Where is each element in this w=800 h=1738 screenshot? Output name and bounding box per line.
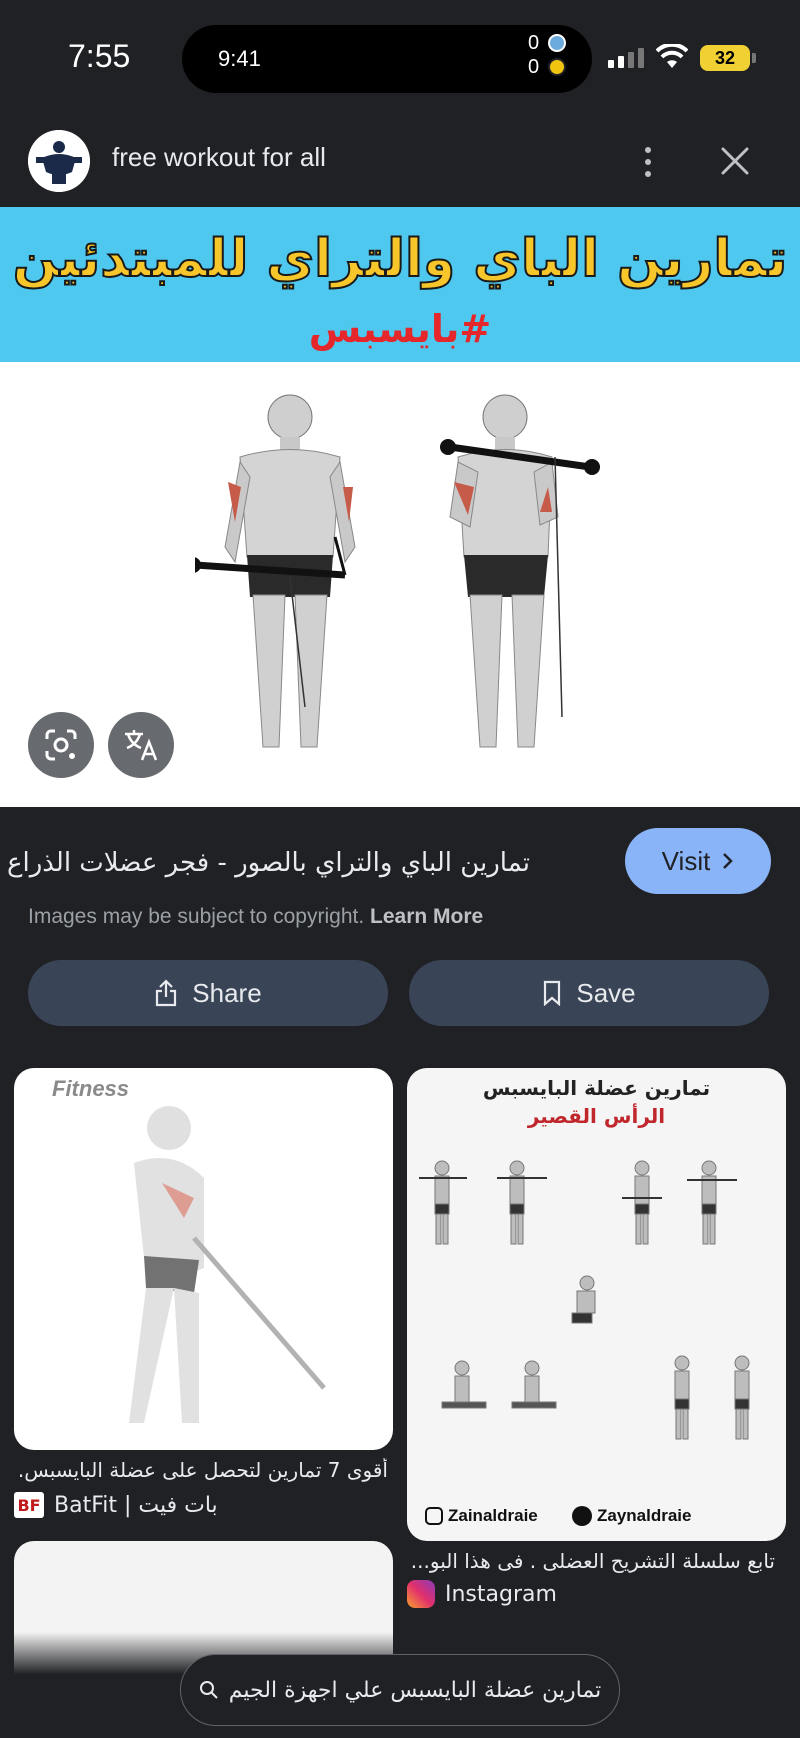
related-source-name: BatFit | بات فيت [54,1492,218,1518]
bookmark-icon [544,980,561,1006]
exercise-figure-start [195,394,356,748]
related-image-card[interactable]: تمارين عضلة البايسبس الرأس القصير Zainal… [407,1068,786,1541]
card-subtitle: الرأس القصير [527,1104,666,1128]
instagram-handle-text: Zainaldraie [448,1506,538,1525]
card-title: تمارين عضلة البايسبس [482,1076,711,1100]
related-source[interactable]: Instagram [407,1580,557,1608]
search-query: تمارين عضلة البايسبس علي اجهزة الجيم [228,1677,602,1703]
main-image[interactable]: تمارين الباي والتراي للمبتدئين #بايسبس [0,207,800,807]
copyright-text: Images may be subject to copyright. [28,905,365,928]
team-crest-icon [548,58,566,76]
related-source[interactable]: BF BatFit | بات فيت [14,1492,218,1518]
banner-title: تمارين الباي والتراي للمبتدئين [12,228,789,290]
save-label: Save [576,977,636,1008]
instagram-icon [425,1507,443,1525]
related-source-name: Instagram [445,1581,557,1607]
related-image-card[interactable]: Fitness [14,1068,393,1450]
twitter-handle: Zaynaldraie [572,1506,692,1526]
close-icon[interactable] [718,144,752,178]
island-time: 9:41 [218,46,261,71]
battery-level: 32 [700,45,750,71]
share-button[interactable]: Share [28,960,388,1026]
exercise-figure-end [440,394,600,748]
score-top: 0 [528,32,540,54]
instagram-logo-icon [407,1580,435,1608]
share-label: Share [192,977,262,1008]
batfit-logo-icon: BF [14,1492,44,1518]
translate-icon [125,730,158,761]
search-icon [199,1681,218,1699]
team-crest-icon [548,34,566,52]
cellular-signal-icon [608,48,644,68]
site-logo[interactable] [28,130,90,192]
site-title[interactable]: free workout for all [112,142,326,173]
more-options-icon[interactable] [636,142,660,182]
wifi-icon [656,44,688,68]
translate-button[interactable] [108,712,174,778]
banner-hashtag: #بايسبس [308,307,492,351]
save-button[interactable]: Save [409,960,769,1026]
twitter-icon [572,1506,592,1526]
lens-icon [45,729,77,761]
google-lens-button[interactable] [28,712,94,778]
copyright-notice: Images may be subject to copyright. Lear… [28,905,483,929]
twitter-handle-text: Zaynaldraie [597,1506,692,1525]
share-icon [156,979,177,1007]
battery-tip [752,53,756,63]
exercise-figure-cable [129,1106,326,1423]
related-search-pill[interactable]: تمارين عضلة البايسبس علي اجهزة الجيم [180,1654,620,1726]
chevron-right-icon [723,853,734,869]
visit-button[interactable]: Visit [625,828,771,894]
instagram-handle: Zainaldraie [425,1506,538,1526]
status-time: 7:55 [68,38,131,74]
exercise-grid-illustration [419,1160,750,1440]
visit-label: Visit [661,845,711,876]
related-caption[interactable]: أقوى 7 تمارين لتحصل على عضلة البايسبس... [18,1458,388,1482]
score-bottom: 0 [528,56,540,78]
related-caption[interactable]: تابع سلسلة التشريح العضلى . فى هذا البو.… [405,1549,775,1573]
learn-more-link[interactable]: Learn More [370,905,483,928]
image-caption[interactable]: تمارين الباي والتراي بالصور - فجر عضلات … [7,848,530,878]
